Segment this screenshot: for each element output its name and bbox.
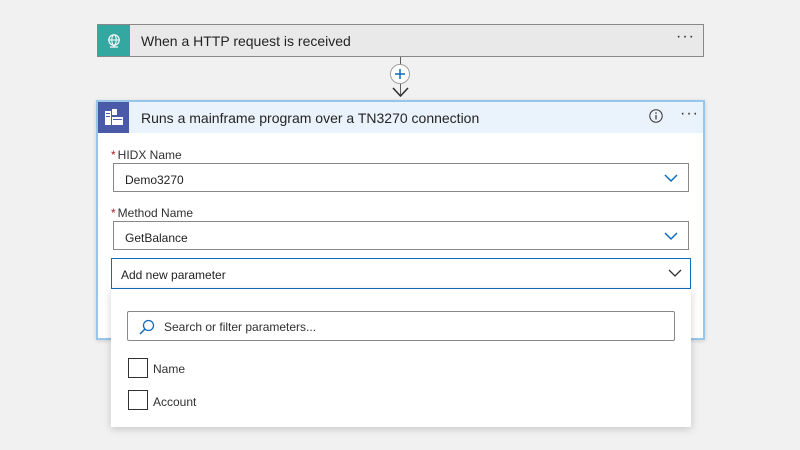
hidx-name-label-text: HIDX Name — [117, 148, 182, 162]
parameter-search-input[interactable]: Search or filter parameters... — [127, 311, 675, 341]
http-trigger-icon-box — [98, 25, 130, 56]
plus-icon — [395, 69, 405, 79]
method-name-dropdown[interactable]: GetBalance — [113, 221, 689, 250]
checkbox-name-label[interactable]: Name — [153, 362, 185, 376]
host-integration-icon — [104, 108, 123, 125]
required-marker: * — [111, 148, 116, 162]
add-new-parameter-dropdown[interactable]: Add new parameter — [111, 258, 691, 289]
trigger-title: When a HTTP request is received — [141, 33, 351, 49]
hidx-name-label: * HIDX Name — [111, 148, 182, 162]
action-more-button[interactable]: ··· — [680, 105, 699, 123]
search-placeholder: Search or filter parameters... — [164, 320, 317, 334]
chevron-down-icon — [664, 174, 678, 183]
required-marker: * — [111, 206, 116, 220]
hidx-name-value: Demo3270 — [125, 173, 184, 187]
trigger-more-button[interactable]: ··· — [676, 28, 695, 46]
action-header[interactable]: Runs a mainframe program over a TN3270 c… — [98, 102, 703, 133]
checkbox-account-label[interactable]: Account — [153, 395, 196, 409]
method-name-value: GetBalance — [125, 231, 188, 245]
info-icon[interactable] — [649, 109, 663, 123]
action-icon-box — [98, 102, 129, 133]
arrow-down-icon — [392, 87, 409, 98]
hidx-name-dropdown[interactable]: Demo3270 — [113, 163, 689, 192]
method-name-label-text: Method Name — [117, 206, 194, 220]
search-icon — [139, 319, 155, 335]
add-step-button[interactable] — [390, 64, 410, 84]
method-name-label: * Method Name — [111, 206, 193, 220]
chevron-down-icon — [668, 269, 682, 277]
checkbox-account[interactable] — [128, 390, 148, 410]
globe-request-icon — [108, 33, 120, 48]
checkbox-name[interactable] — [128, 358, 148, 378]
chevron-down-icon — [664, 232, 678, 241]
action-title: Runs a mainframe program over a TN3270 c… — [141, 110, 480, 126]
parameter-dropdown-panel — [111, 289, 691, 427]
trigger-card[interactable]: When a HTTP request is received ··· — [97, 24, 704, 57]
add-new-parameter-label: Add new parameter — [121, 268, 226, 282]
